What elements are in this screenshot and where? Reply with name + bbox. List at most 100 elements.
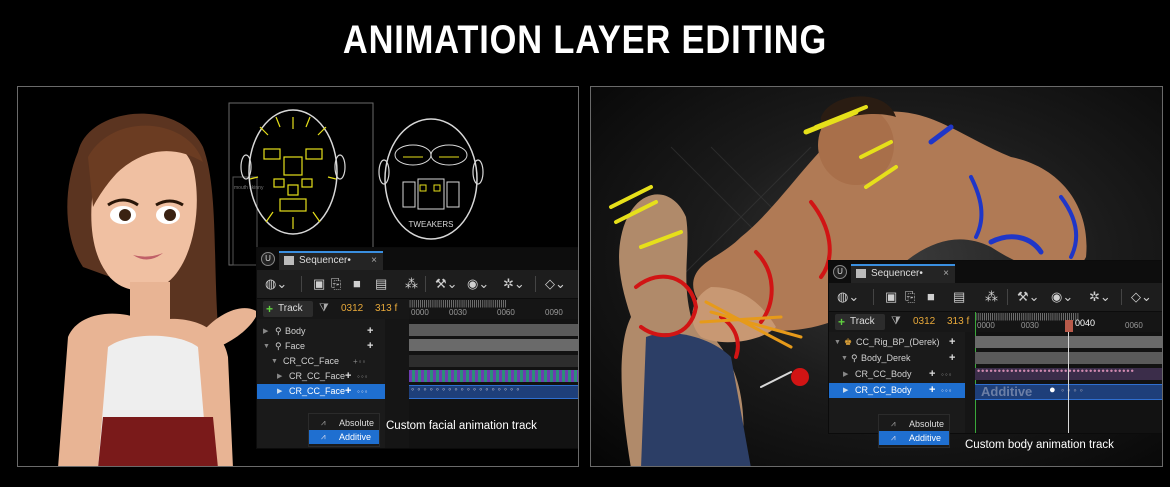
toolbar-divider <box>535 276 536 292</box>
gear-icon[interactable]: ✲⌄ <box>503 276 525 292</box>
plus-icon[interactable]: + <box>345 369 351 384</box>
track-row[interactable]: ▶ CR_CC_Body + ◦◦◦ <box>829 367 965 382</box>
track-label: Body_Derek <box>861 353 911 363</box>
eye-icon[interactable]: ◉⌄ <box>1051 289 1073 305</box>
key-nav-icons[interactable]: ◦◦◦ <box>357 384 369 399</box>
key-nav-icons[interactable]: ◦◦◦ <box>941 383 953 398</box>
track-row[interactable]: ▶ CR_CC_Face + ◦◦◦ <box>257 369 385 384</box>
key-markers: ◦◦◦◦◦◦◦◦◦◦◦◦◦◦◦◦◦◦ <box>411 384 523 394</box>
sequencer-window: U Sequencer• × ◍⌄ ▣ ⎘ ■ ▤ ⁂ ⚒⌄ ◉⌄ ✲⌄ ◇⌄ … <box>256 247 578 449</box>
toolbar-divider <box>873 289 874 305</box>
transform-icon[interactable]: ⁂ <box>405 276 418 292</box>
plus-icon[interactable]: + <box>929 383 935 398</box>
wrench-icon[interactable]: ⚒⌄ <box>435 276 458 292</box>
eye-icon[interactable]: ◉⌄ <box>467 276 489 292</box>
collapse-icon[interactable]: ▼ <box>263 339 270 354</box>
key-nav-icons[interactable]: +◦◦ <box>353 354 366 369</box>
plus-icon[interactable]: + <box>367 339 373 354</box>
find-icon[interactable]: ⎘ <box>905 289 915 305</box>
camera-icon[interactable]: ■ <box>353 276 361 292</box>
track-row[interactable]: ▶ ⚲ Body + <box>257 324 385 339</box>
plus-icon[interactable]: + <box>949 351 955 366</box>
keyframe-lane[interactable]: •••••••••••••••••••••••••••••••••••••• <box>975 366 1162 380</box>
end-frame[interactable]: 313 f <box>375 303 397 314</box>
additive-lane[interactable]: ◦◦◦◦◦◦◦◦◦◦◦◦◦◦◦◦◦◦ <box>409 384 578 399</box>
absolute-option[interactable]: ⩘ Absolute <box>879 417 949 431</box>
collapse-icon[interactable]: ▼ <box>271 354 278 369</box>
add-track-button[interactable]: + Track <box>835 314 885 330</box>
track-row-selected[interactable]: ▶ CR_CC_Body + ◦◦◦ <box>829 383 965 398</box>
rig-icon: ♚ <box>844 337 853 347</box>
key-marker[interactable]: ● <box>1049 384 1056 396</box>
face-rig-lane[interactable] <box>409 355 578 367</box>
ruler-tick-label: 0030 <box>1021 321 1039 330</box>
current-frame[interactable]: 0312 <box>341 303 363 314</box>
rig-lane[interactable] <box>975 336 1162 348</box>
body-lane[interactable] <box>975 352 1162 364</box>
save-icon[interactable]: ▣ <box>885 289 897 305</box>
unreal-logo-icon: U <box>833 265 847 279</box>
track-label: CR_CC_Body <box>855 385 912 395</box>
additive-option[interactable]: ⩘ Additive <box>309 430 379 444</box>
close-tab-icon[interactable]: × <box>943 266 949 282</box>
diamond-icon[interactable]: ◇⌄ <box>545 276 566 292</box>
track-row[interactable]: ▼ ♚ CC_Rig_BP_(Derek) + <box>829 335 965 350</box>
plus-icon[interactable]: + <box>345 384 351 399</box>
sequencer-tab[interactable]: Sequencer• × <box>279 251 383 270</box>
ruler-tick-label: 0030 <box>449 308 467 317</box>
plus-icon[interactable]: + <box>949 335 955 350</box>
render-icon[interactable]: ▤ <box>953 289 965 305</box>
ruler-ticks: ||||||||||||||||||||||||||||||||||||||||… <box>975 312 1079 321</box>
playhead-handle[interactable] <box>1065 320 1073 332</box>
expand-icon[interactable]: ▶ <box>277 369 282 384</box>
camera-icon[interactable]: ■ <box>927 289 935 305</box>
expand-icon[interactable]: ▶ <box>263 324 268 339</box>
world-icon[interactable]: ◍⌄ <box>837 289 859 305</box>
face-lane[interactable] <box>409 339 578 351</box>
expand-icon[interactable]: ▶ <box>843 383 848 398</box>
additive-lane[interactable]: Additive ● ◦◦◦◦ <box>975 384 1162 400</box>
save-icon[interactable]: ▣ <box>313 276 325 292</box>
additive-option[interactable]: ⩘ Additive <box>879 431 949 445</box>
track-row[interactable]: ▼ CR_CC_Face +◦◦ <box>257 354 385 369</box>
track-row[interactable]: ▼ ⚲ Body_Derek + <box>829 351 965 366</box>
current-frame[interactable]: 0312 <box>913 316 935 327</box>
expand-icon[interactable]: ▶ <box>277 384 282 399</box>
diamond-icon[interactable]: ◇⌄ <box>1131 289 1152 305</box>
render-icon[interactable]: ▤ <box>375 276 387 292</box>
keyframe-lane[interactable] <box>409 370 578 382</box>
world-icon[interactable]: ◍⌄ <box>265 276 287 292</box>
close-tab-icon[interactable]: × <box>371 253 377 269</box>
timeline-area[interactable]: ||||||||||||||||||||||||||||||||||||||||… <box>975 312 1162 433</box>
transform-icon[interactable]: ⁂ <box>985 289 998 305</box>
filter-icon[interactable]: ⧩ <box>319 302 329 315</box>
sequencer-tab-label: Sequencer• <box>871 268 923 279</box>
filter-icon[interactable]: ⧩ <box>891 315 901 328</box>
track-row[interactable]: ▼ ⚲ Face + <box>257 339 385 354</box>
additive-watermark: Additive <box>981 384 1033 399</box>
option-label: Absolute <box>339 418 375 428</box>
collapse-icon[interactable]: ▼ <box>834 335 841 350</box>
curve-icon: ⩘ <box>321 432 326 441</box>
key-nav-icons[interactable]: ◦◦◦ <box>357 369 369 384</box>
playhead-frame: 0040 <box>1075 318 1096 328</box>
absolute-option[interactable]: ⩘ Absolute <box>309 416 379 430</box>
end-frame[interactable]: 313 f <box>947 316 969 327</box>
expand-icon[interactable]: ▶ <box>843 367 848 382</box>
body-lane[interactable] <box>409 324 578 336</box>
timeline-ruler[interactable]: ||||||||||||||||||||||||||||||||||||||||… <box>409 299 578 319</box>
wrench-icon[interactable]: ⚒⌄ <box>1017 289 1040 305</box>
body-panel: U Sequencer• × ◍⌄ ▣ ⎘ ■ ▤ ⁂ ⚒⌄ ◉⌄ ✲⌄ ◇⌄ … <box>590 86 1163 467</box>
plus-icon[interactable]: + <box>367 324 373 339</box>
find-icon[interactable]: ⎘ <box>331 276 341 292</box>
track-row-selected[interactable]: ▶ CR_CC_Face + ◦◦◦ <box>257 384 385 399</box>
add-track-button[interactable]: + Track <box>263 301 313 317</box>
sequencer-window: U Sequencer• × ◍⌄ ▣ ⎘ ■ ▤ ⁂ ⚒⌄ ◉⌄ ✲⌄ ◇⌄ … <box>828 260 1162 434</box>
key-nav-icons[interactable]: ◦◦◦ <box>941 367 953 382</box>
gear-icon[interactable]: ✲⌄ <box>1089 289 1111 305</box>
playhead-line[interactable] <box>1068 332 1069 433</box>
plus-icon[interactable]: + <box>929 367 935 382</box>
collapse-icon[interactable]: ▼ <box>841 351 848 366</box>
blend-type-menu: ⩘ Absolute ⩘ Additive <box>308 413 380 447</box>
sequencer-tab[interactable]: Sequencer• × <box>851 264 955 283</box>
